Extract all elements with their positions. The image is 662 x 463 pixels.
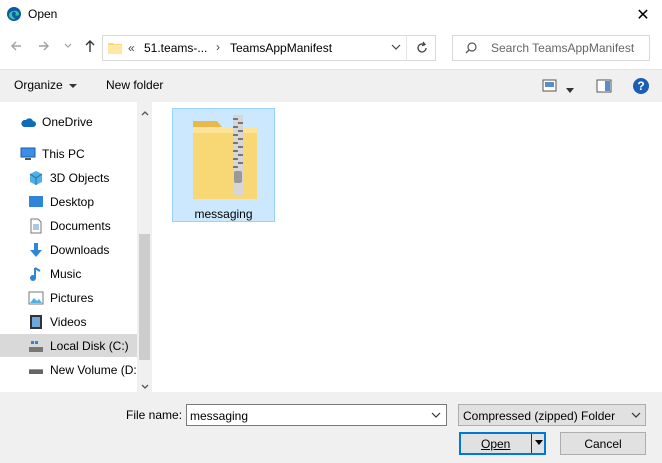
view-options-button[interactable] bbox=[542, 79, 558, 96]
sidebar-item-label: 3D Objects bbox=[50, 170, 110, 185]
arrow-up-icon bbox=[85, 40, 95, 52]
zip-folder-icon bbox=[189, 115, 261, 202]
sidebar-item-label: Local Disk (C:) bbox=[50, 338, 129, 353]
sidebar-item-label: Desktop bbox=[50, 194, 95, 209]
breadcrumb-overflow[interactable]: « bbox=[128, 41, 135, 55]
open-button[interactable]: Open bbox=[459, 432, 546, 455]
back-button[interactable] bbox=[8, 38, 24, 57]
breadcrumb-item[interactable]: 51.teams-... bbox=[144, 41, 207, 55]
help-button[interactable]: ? bbox=[632, 77, 650, 98]
chevron-up-icon bbox=[141, 111, 149, 116]
chevron-down-icon bbox=[431, 412, 441, 418]
sidebar-item-label: Pictures bbox=[50, 290, 94, 305]
cancel-label: Cancel bbox=[584, 437, 622, 451]
close-button[interactable]: ✕ bbox=[624, 0, 662, 30]
sidebar-item-this-pc[interactable]: This PC bbox=[0, 142, 157, 165]
file-item-label: messaging bbox=[194, 207, 253, 221]
close-icon: ✕ bbox=[636, 7, 650, 24]
chevron-down-icon bbox=[631, 412, 641, 418]
sidebar-item-label: Documents bbox=[50, 218, 111, 233]
file-type-dropdown[interactable]: Compressed (zipped) Folder bbox=[458, 404, 646, 426]
recent-locations-button[interactable] bbox=[63, 40, 73, 54]
drive-icon bbox=[28, 362, 44, 378]
scrollbar-thumb[interactable] bbox=[139, 234, 150, 360]
search-placeholder: Search TeamsAppManifest bbox=[491, 41, 635, 55]
pictures-icon bbox=[28, 290, 44, 306]
command-bar bbox=[0, 70, 662, 102]
sidebar-item-label: Downloads bbox=[50, 242, 110, 257]
scroll-up-button[interactable] bbox=[140, 106, 150, 120]
edge-icon bbox=[6, 6, 22, 22]
title-bar bbox=[0, 0, 662, 30]
search-icon bbox=[464, 41, 478, 58]
sidebar-item-label: This PC bbox=[42, 146, 85, 161]
divider bbox=[531, 434, 532, 453]
file-type-value: Compressed (zipped) Folder bbox=[463, 409, 616, 423]
refresh-icon bbox=[417, 41, 427, 53]
cube-icon bbox=[28, 170, 44, 186]
breadcrumb-separator[interactable]: › bbox=[216, 40, 220, 54]
forward-button[interactable] bbox=[36, 38, 52, 57]
divider bbox=[406, 36, 407, 60]
help-icon: ? bbox=[633, 78, 649, 94]
filename-value: messaging bbox=[190, 409, 249, 423]
preview-pane-button[interactable] bbox=[596, 79, 612, 96]
view-dropdown-button[interactable] bbox=[566, 83, 574, 97]
refresh-button[interactable] bbox=[414, 40, 430, 59]
filename-label-text: File name: bbox=[126, 408, 183, 422]
monitor-icon bbox=[20, 146, 36, 162]
svg-text:?: ? bbox=[637, 79, 644, 93]
file-item[interactable]: messaging bbox=[172, 108, 275, 222]
sidebar-item-label: New Volume (D: bbox=[50, 362, 137, 377]
organize-label: Organize bbox=[14, 78, 63, 92]
desktop-icon bbox=[28, 194, 44, 210]
view-icon bbox=[542, 79, 557, 92]
preview-pane-icon bbox=[596, 79, 612, 93]
cloud-icon bbox=[20, 114, 36, 130]
organize-button[interactable]: Organize bbox=[14, 78, 78, 92]
up-button[interactable] bbox=[82, 38, 98, 57]
caret-down-icon bbox=[566, 88, 574, 93]
folder-icon bbox=[107, 40, 123, 59]
chevron-down-icon bbox=[141, 384, 149, 389]
breadcrumb-item[interactable]: TeamsAppManifest bbox=[230, 41, 332, 55]
arrow-left-icon bbox=[11, 41, 21, 51]
sidebar-item-label: OneDrive bbox=[42, 114, 93, 129]
sidebar-item-label: Videos bbox=[50, 314, 87, 329]
navigation-pane: OneDrive This PC 3D Objects Desktop Docu… bbox=[0, 102, 165, 392]
arrow-right-icon bbox=[39, 41, 49, 51]
chevron-down-icon bbox=[64, 43, 72, 48]
caret-down-icon bbox=[69, 83, 78, 88]
chevron-down-icon bbox=[391, 44, 401, 50]
download-icon bbox=[28, 242, 44, 258]
sidebar-item-label: Music bbox=[50, 266, 82, 281]
document-icon bbox=[28, 218, 44, 234]
filename-field[interactable]: messaging bbox=[186, 404, 447, 426]
window-title: Open bbox=[28, 7, 58, 21]
drive-icon bbox=[28, 338, 44, 354]
filename-label: File name: bbox=[126, 408, 182, 422]
caret-down-icon bbox=[535, 440, 543, 445]
cancel-button[interactable]: Cancel bbox=[560, 432, 646, 455]
address-dropdown-button[interactable] bbox=[389, 40, 403, 57]
new-folder-button[interactable]: New folder bbox=[106, 78, 163, 92]
sidebar-item-onedrive[interactable]: OneDrive bbox=[0, 110, 157, 133]
music-icon bbox=[28, 266, 44, 282]
open-label: Open bbox=[481, 437, 511, 451]
video-icon bbox=[28, 314, 44, 330]
